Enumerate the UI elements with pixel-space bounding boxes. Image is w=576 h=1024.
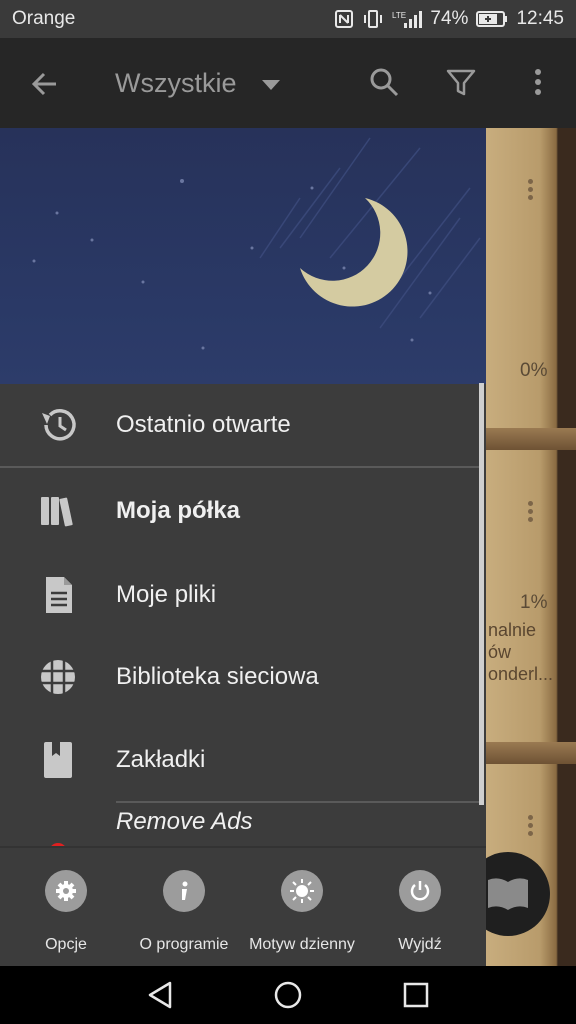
sun-icon bbox=[281, 870, 323, 912]
menu-item-network-library[interactable]: Biblioteka sieciowa bbox=[0, 636, 480, 718]
menu-item-label: Remove Ads bbox=[116, 808, 253, 835]
book-more-icon[interactable] bbox=[528, 176, 534, 203]
navigation-drawer: Ostatnio otwarte Moja półka Moje pliki B… bbox=[0, 128, 486, 966]
menu-item-remove-ads[interactable]: Remove Ads bbox=[0, 804, 480, 846]
battery-percent: 74% bbox=[430, 8, 469, 29]
status-icons: LTE 74% 12:45 bbox=[334, 8, 564, 30]
menu-item-label: Biblioteka sieciowa bbox=[116, 663, 319, 690]
night-sky-illustration bbox=[32, 137, 481, 350]
shelf-plank bbox=[486, 428, 576, 450]
book-more-icon[interactable] bbox=[528, 498, 534, 525]
exit-button[interactable]: Wyjdź bbox=[361, 848, 479, 966]
menu-item-label: Moje pliki bbox=[116, 581, 217, 608]
menu-item-my-files[interactable]: Moje pliki bbox=[0, 554, 480, 636]
menu-item-label: Zakładki bbox=[116, 746, 206, 773]
open-book-icon bbox=[488, 878, 528, 910]
shelf-plank bbox=[486, 742, 576, 764]
clock: 12:45 bbox=[516, 8, 564, 29]
divider bbox=[116, 801, 480, 803]
app-bar: Wszystkie bbox=[0, 38, 576, 128]
back-arrow-icon[interactable] bbox=[26, 66, 62, 102]
divider bbox=[0, 466, 480, 468]
menu-item-recent[interactable]: Ostatnio otwarte bbox=[0, 384, 480, 466]
book-title-fragment: nalnie bbox=[488, 620, 537, 640]
book-title-fragment: ów bbox=[488, 642, 512, 662]
day-theme-button[interactable]: Motyw dzienny bbox=[243, 848, 361, 966]
gear-icon bbox=[45, 870, 87, 912]
book-more-icon[interactable] bbox=[528, 812, 534, 839]
vibrate-icon bbox=[364, 10, 383, 28]
menu-item-label: Moja półka bbox=[116, 497, 241, 524]
menu-item-my-shelf[interactable]: Moja półka bbox=[0, 470, 480, 552]
book-progress: 1% bbox=[520, 592, 548, 613]
options-button[interactable]: Opcje bbox=[7, 848, 125, 966]
bookmark-icon bbox=[44, 742, 72, 778]
books-icon bbox=[41, 497, 73, 527]
search-icon[interactable] bbox=[366, 64, 402, 100]
history-icon bbox=[42, 409, 76, 441]
book-progress: 0% bbox=[520, 360, 548, 381]
globe-icon bbox=[41, 660, 75, 694]
book-title-fragment: onderl... bbox=[488, 664, 554, 684]
scrollbar[interactable] bbox=[479, 383, 484, 805]
file-icon bbox=[46, 577, 72, 613]
nav-back-icon[interactable] bbox=[146, 980, 174, 1010]
exit-label: Wyjdź bbox=[398, 936, 442, 953]
system-nav-bar bbox=[0, 966, 576, 1024]
status-bar: Orange LTE 74% 12:45 bbox=[0, 0, 576, 38]
signal-icon: LTE bbox=[392, 11, 423, 28]
info-icon bbox=[163, 870, 205, 912]
menu-item-bookmarks[interactable]: Zakładki bbox=[0, 719, 480, 801]
filter-icon[interactable] bbox=[443, 64, 479, 100]
filter-dropdown-title[interactable]: Wszystkie bbox=[115, 68, 237, 99]
chevron-down-icon[interactable] bbox=[262, 80, 280, 90]
svg-text:LTE: LTE bbox=[392, 11, 406, 20]
red-dot-icon bbox=[51, 843, 65, 846]
nav-recents-icon[interactable] bbox=[403, 982, 429, 1008]
drawer-header bbox=[0, 128, 486, 384]
menu-item-label: Ostatnio otwarte bbox=[116, 411, 291, 438]
bookshelf-background bbox=[486, 128, 576, 966]
nfc-icon bbox=[335, 10, 354, 28]
power-icon bbox=[399, 870, 441, 912]
more-vert-icon[interactable] bbox=[520, 64, 556, 100]
about-button[interactable]: O programie bbox=[125, 848, 243, 966]
battery-icon bbox=[476, 11, 508, 27]
nav-home-icon[interactable] bbox=[273, 980, 303, 1010]
carrier-label: Orange bbox=[12, 8, 76, 29]
drawer-bottom-bar: Opcje O programie Motyw dzienny Wyjdź bbox=[0, 846, 486, 966]
